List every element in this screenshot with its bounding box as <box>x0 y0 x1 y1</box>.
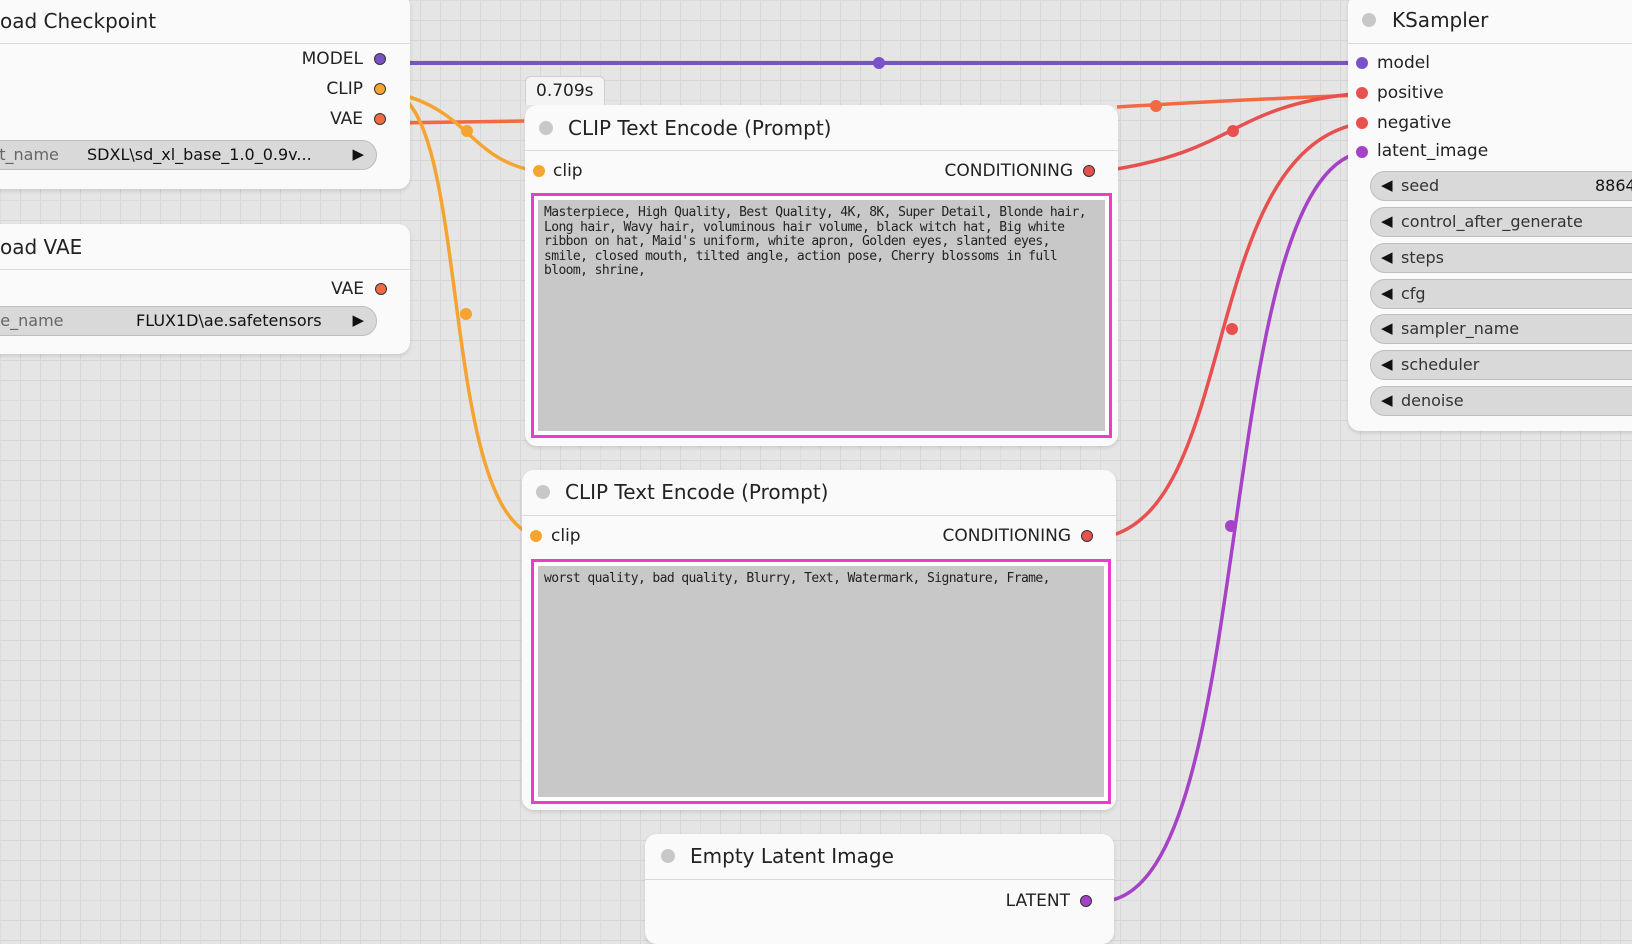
empty-latent-image-node[interactable]: Empty Latent Image LATENT <box>645 834 1114 944</box>
load-checkpoint-node[interactable]: oad Checkpoint MODEL CLIP VAE ckpt_name … <box>0 0 410 189</box>
node-title: oad VAE <box>0 235 83 259</box>
decrement-arrow-icon[interactable]: ◀ <box>1381 319 1393 337</box>
prompt-text[interactable]: Masterpiece, High Quality, Best Quality,… <box>538 200 1105 431</box>
node-title: oad Checkpoint <box>0 9 157 33</box>
widget-value: SDXL\sd_xl_base_1.0_0.9v... <box>87 145 312 164</box>
input-label-latent-image: latent_image <box>1377 141 1489 161</box>
wire-clip-negative-midpoint[interactable] <box>460 308 472 320</box>
combo-next-arrow-icon[interactable]: ▶ <box>352 145 364 163</box>
wire-vae-midpoint[interactable] <box>1150 100 1162 112</box>
clip-text-encode-positive-node[interactable]: CLIP Text Encode (Prompt) clip CONDITION… <box>525 105 1118 446</box>
decrement-arrow-icon[interactable]: ◀ <box>1381 248 1393 266</box>
node-title-bar[interactable]: Empty Latent Image <box>645 834 1114 880</box>
input-slot-latent-image[interactable] <box>1356 146 1368 158</box>
wire-negative-midpoint[interactable] <box>1226 323 1238 335</box>
collapse-toggle-icon[interactable] <box>661 849 675 863</box>
input-slot-model[interactable] <box>1356 57 1368 69</box>
output-slot-latent[interactable] <box>1080 895 1092 907</box>
node-title-bar[interactable]: oad Checkpoint <box>0 0 410 44</box>
decrement-arrow-icon[interactable]: ◀ <box>1381 391 1393 409</box>
decrement-arrow-icon[interactable]: ◀ <box>1381 284 1393 302</box>
prompt-text[interactable]: worst quality, bad quality, Blurry, Text… <box>538 566 1104 797</box>
output-slot-model[interactable] <box>374 53 386 65</box>
output-slot-vae[interactable] <box>375 283 387 295</box>
wire-clip-positive-midpoint[interactable] <box>461 125 473 137</box>
output-label-vae: VAE <box>330 109 363 129</box>
node-title-bar[interactable]: oad VAE <box>0 224 410 270</box>
output-label-clip: CLIP <box>326 79 363 99</box>
wire-model-midpoint[interactable] <box>873 57 885 69</box>
output-label-latent: LATENT <box>1005 891 1070 911</box>
input-slot-clip[interactable] <box>533 165 545 177</box>
widget-name: ckpt_name <box>0 145 59 164</box>
node-title: KSampler <box>1392 8 1489 32</box>
wire-vae[interactable] <box>395 119 525 125</box>
input-slot-positive[interactable] <box>1356 87 1368 99</box>
denoise-widget[interactable]: ◀ denoise <box>1370 386 1632 416</box>
widget-name: seed <box>1401 176 1440 195</box>
ksampler-node[interactable]: KSampler model positive negative latent_… <box>1348 0 1632 431</box>
node-title: CLIP Text Encode (Prompt) <box>565 480 829 504</box>
output-slot-vae[interactable] <box>374 113 386 125</box>
output-slot-clip[interactable] <box>374 83 386 95</box>
collapse-toggle-icon[interactable] <box>1362 13 1376 27</box>
input-label-model: model <box>1377 53 1430 73</box>
sampler-name-widget[interactable]: ◀ sampler_name <box>1370 314 1632 344</box>
node-title: CLIP Text Encode (Prompt) <box>568 116 832 140</box>
widget-name: control_after_generate <box>1401 212 1583 231</box>
prompt-textarea[interactable]: Masterpiece, High Quality, Best Quality,… <box>531 193 1112 438</box>
node-title-bar[interactable]: KSampler <box>1348 0 1632 44</box>
output-label-conditioning: CONDITIONING <box>944 161 1073 181</box>
steps-widget[interactable]: ◀ steps <box>1370 243 1632 273</box>
input-label-clip: clip <box>551 526 581 546</box>
control-after-generate-widget[interactable]: ◀ control_after_generate <box>1370 207 1632 237</box>
node-title: Empty Latent Image <box>690 844 894 868</box>
combo-next-arrow-icon[interactable]: ▶ <box>352 311 364 329</box>
vae-name-combo[interactable]: vae_name FLUX1D\ae.safetensors ▶ <box>0 306 377 336</box>
output-label-vae: VAE <box>331 279 364 299</box>
input-label-negative: negative <box>1377 113 1452 133</box>
execution-time-badge: 0.709s <box>525 76 605 105</box>
decrement-arrow-icon[interactable]: ◀ <box>1381 355 1393 373</box>
widget-name: cfg <box>1401 284 1426 303</box>
input-label-positive: positive <box>1377 83 1444 103</box>
seed-widget[interactable]: ◀ seed 8864 <box>1370 171 1632 201</box>
output-slot-conditioning[interactable] <box>1081 530 1093 542</box>
widget-value: FLUX1D\ae.safetensors <box>136 311 322 330</box>
clip-text-encode-negative-node[interactable]: CLIP Text Encode (Prompt) clip CONDITION… <box>522 470 1116 810</box>
widget-name: vae_name <box>0 311 64 330</box>
output-label-model: MODEL <box>301 49 363 69</box>
output-label-conditioning: CONDITIONING <box>942 526 1071 546</box>
node-title-bar[interactable]: CLIP Text Encode (Prompt) <box>525 105 1118 151</box>
prompt-textarea[interactable]: worst quality, bad quality, Blurry, Text… <box>531 559 1111 804</box>
widget-name: denoise <box>1401 391 1464 410</box>
decrement-arrow-icon[interactable]: ◀ <box>1381 176 1393 194</box>
ckpt-name-combo[interactable]: ckpt_name SDXL\sd_xl_base_1.0_0.9v... ▶ <box>0 140 377 170</box>
input-slot-clip[interactable] <box>530 530 542 542</box>
collapse-toggle-icon[interactable] <box>536 485 550 499</box>
widget-name: scheduler <box>1401 355 1480 374</box>
load-vae-node[interactable]: oad VAE VAE vae_name FLUX1D\ae.safetenso… <box>0 224 410 354</box>
decrement-arrow-icon[interactable]: ◀ <box>1381 212 1393 230</box>
scheduler-widget[interactable]: ◀ scheduler <box>1370 350 1632 380</box>
input-label-clip: clip <box>553 161 583 181</box>
widget-value: 8864 <box>1595 176 1632 195</box>
widget-name: sampler_name <box>1401 319 1520 338</box>
cfg-widget[interactable]: ◀ cfg <box>1370 279 1632 309</box>
collapse-toggle-icon[interactable] <box>539 121 553 135</box>
output-slot-conditioning[interactable] <box>1083 165 1095 177</box>
wire-latent-midpoint[interactable] <box>1225 520 1237 532</box>
input-slot-negative[interactable] <box>1356 117 1368 129</box>
widget-name: steps <box>1401 248 1444 267</box>
wire-positive-midpoint[interactable] <box>1227 125 1239 137</box>
node-title-bar[interactable]: CLIP Text Encode (Prompt) <box>522 470 1116 516</box>
